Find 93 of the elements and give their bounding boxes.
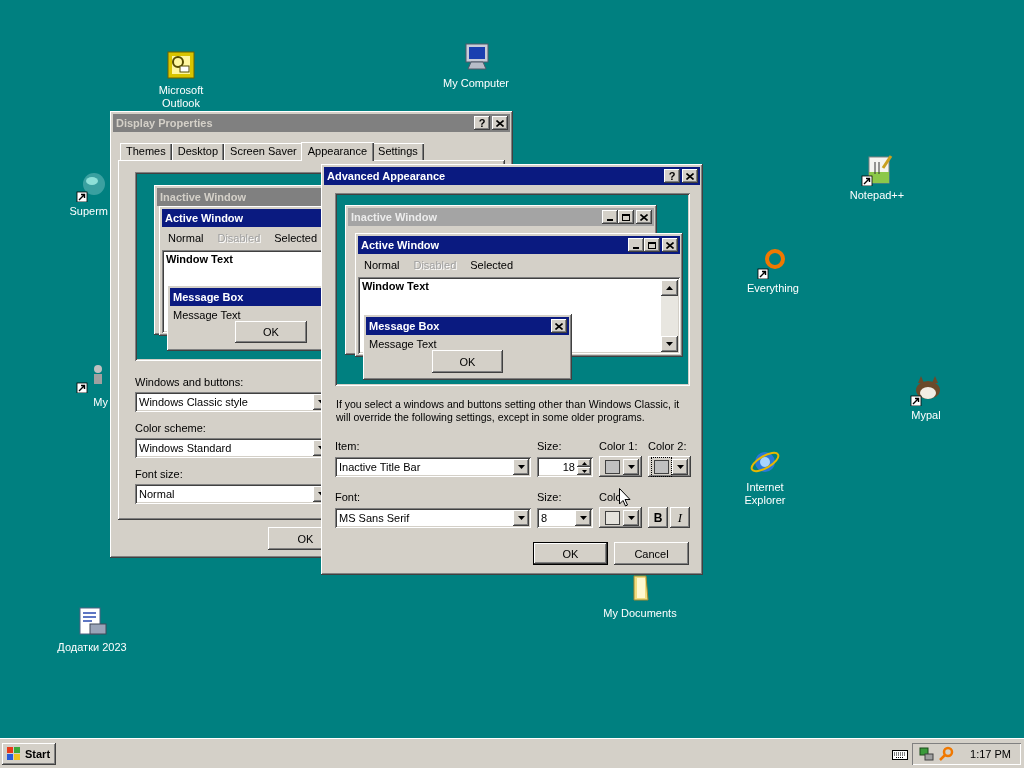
window-title: Message Box xyxy=(369,320,440,332)
field-label: Size: xyxy=(537,491,563,503)
size-spinner[interactable]: 18 xyxy=(537,457,593,477)
maximize-button[interactable] xyxy=(618,210,634,224)
tab[interactable]: Themes xyxy=(120,143,172,160)
window-title: Inactive Window xyxy=(351,211,438,223)
caret-icon xyxy=(513,459,529,475)
icon-label[interactable]: My Documents xyxy=(603,607,677,620)
help-button[interactable]: ? xyxy=(474,116,490,130)
menu-item[interactable]: Normal xyxy=(168,231,204,244)
maximize-icon xyxy=(622,213,630,221)
note-text: If you select a windows and buttons setting other than Windows Classic, it will override the following settings, except in some older programs. xyxy=(336,398,681,424)
scrollbar[interactable] xyxy=(661,280,678,352)
close-button[interactable] xyxy=(551,319,567,333)
window-title: Inactive Window xyxy=(160,191,247,203)
menu-item[interactable]: Normal xyxy=(364,258,400,271)
ok-button[interactable]: OK xyxy=(432,350,503,373)
notepad-icon[interactable] xyxy=(861,154,893,186)
close-icon xyxy=(496,119,504,127)
caret-icon xyxy=(623,458,639,475)
animal-icon[interactable] xyxy=(910,374,942,406)
document-icon[interactable] xyxy=(76,606,108,638)
window-text: Window Text xyxy=(362,280,429,292)
minimize-button[interactable] xyxy=(628,238,644,252)
minimize-button[interactable] xyxy=(602,210,618,224)
close-button[interactable] xyxy=(662,238,678,252)
icon-label[interactable]: Mypal xyxy=(911,409,941,422)
close-icon xyxy=(640,213,648,221)
dialog-button[interactable]: Cancel xyxy=(614,542,689,565)
icon-label[interactable]: Everything xyxy=(747,282,799,295)
field-label: Color 1: xyxy=(599,440,639,452)
globe-icon[interactable] xyxy=(76,170,108,202)
field-label: Color 2: xyxy=(648,440,688,452)
field-label: Font: xyxy=(335,491,362,503)
keyboard-icon[interactable] xyxy=(892,747,909,760)
window-title: Message Box xyxy=(173,291,244,303)
icon-label[interactable]: Notepad++ xyxy=(849,189,905,202)
icon-label[interactable]: My Computer xyxy=(443,77,509,90)
scroll-up-icon[interactable] xyxy=(661,280,678,296)
network-icon[interactable] xyxy=(918,745,935,762)
message-text: Message Text xyxy=(368,337,438,350)
close-button[interactable] xyxy=(636,210,652,224)
color-picker-button[interactable] xyxy=(599,456,642,477)
message-text: Message Text xyxy=(172,308,242,321)
field-label: Item: xyxy=(335,440,361,452)
window-text: Window Text xyxy=(166,253,233,265)
field-label: Windows and buttons: xyxy=(135,376,245,388)
field-label: Color scheme: xyxy=(135,422,207,434)
window-title: Display Properties xyxy=(116,117,213,129)
italic-button[interactable]: I xyxy=(670,507,690,528)
close-button[interactable] xyxy=(682,169,698,183)
maximize-icon xyxy=(648,241,656,249)
icon-label[interactable]: Superm xyxy=(69,205,108,218)
dialog-button[interactable]: OK xyxy=(533,542,608,565)
font-dropdown[interactable]: MS Sans Serif xyxy=(335,508,531,528)
icon-label[interactable]: Microsoft Outlook xyxy=(143,84,219,110)
caret-icon xyxy=(672,458,688,475)
icon-label[interactable]: My xyxy=(93,396,108,409)
caret-icon xyxy=(623,509,639,526)
menu-item[interactable]: Selected xyxy=(274,231,318,244)
icon-label[interactable]: Internet Explorer xyxy=(727,481,803,507)
window-title: Advanced Appearance xyxy=(327,170,446,182)
tab[interactable]: Desktop xyxy=(171,143,225,160)
clock: 1:17 PM xyxy=(970,747,1011,760)
close-icon xyxy=(555,322,563,330)
field-label: Size: xyxy=(537,440,563,452)
tab[interactable]: Appearance xyxy=(300,142,375,161)
color-picker-button[interactable] xyxy=(648,456,691,477)
clock-tile-icon[interactable] xyxy=(165,49,197,81)
icon-label[interactable]: Додатки 2023 xyxy=(57,641,127,654)
bold-button[interactable]: B xyxy=(648,507,668,528)
color-picker-button[interactable] xyxy=(599,507,642,528)
start-button[interactable]: Start xyxy=(2,742,56,765)
tab[interactable]: Settings xyxy=(372,143,424,160)
maximize-button[interactable] xyxy=(644,238,660,252)
tab[interactable]: Screen Saver xyxy=(224,143,303,160)
menu-item[interactable]: Selected xyxy=(470,258,514,271)
spin-arrows-icon[interactable] xyxy=(577,459,591,475)
close-icon xyxy=(686,172,694,180)
caret-icon xyxy=(575,510,591,526)
close-icon xyxy=(666,241,674,249)
caret-icon xyxy=(513,510,529,526)
windows-logo-icon xyxy=(6,746,22,761)
scroll-down-icon[interactable] xyxy=(661,336,678,352)
window-title: Active Window xyxy=(165,212,244,224)
item-dropdown[interactable]: Inactive Title Bar xyxy=(335,457,531,477)
window-title: Active Window xyxy=(361,239,440,251)
mouse-pointer-icon xyxy=(619,488,631,507)
close-button[interactable] xyxy=(492,116,508,130)
size-dropdown[interactable]: 8 xyxy=(537,508,593,528)
ok-button[interactable]: OK xyxy=(235,321,307,343)
field-label: Font size: xyxy=(135,468,184,480)
help-button[interactable]: ? xyxy=(664,169,680,183)
